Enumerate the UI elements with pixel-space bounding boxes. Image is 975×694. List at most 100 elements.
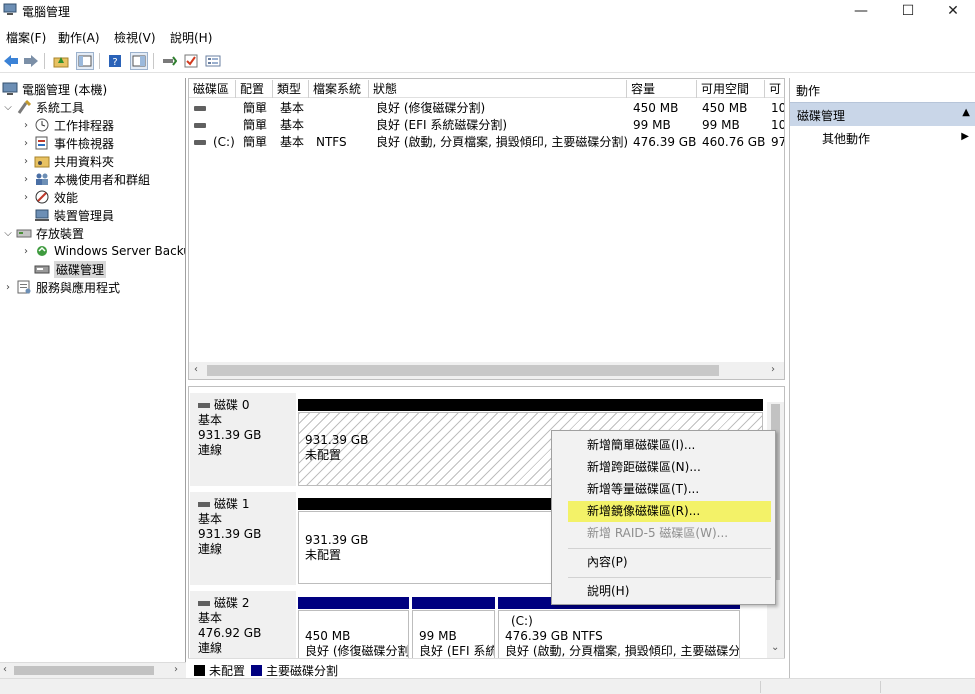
menu-new-spanned-volume[interactable]: 新增跨距磁碟區(N)... xyxy=(568,457,771,478)
actions-title: 動作 xyxy=(796,84,821,98)
status-divider xyxy=(760,681,761,693)
cell-filesystem: NTFS xyxy=(316,135,347,149)
computer-management-icon xyxy=(3,3,17,15)
col-header-status[interactable]: 狀態 xyxy=(369,80,627,98)
scroll-down-icon[interactable]: ⌄ xyxy=(771,642,779,653)
disk-0-label[interactable]: 磁碟 0 基本 931.39 GB 連線 xyxy=(190,393,296,486)
tree-item-shared-folders[interactable]: › 共用資料夾 xyxy=(20,152,114,170)
status-bar xyxy=(0,678,975,694)
scroll-left-icon[interactable]: ‹ xyxy=(194,364,198,375)
tree-label: 裝置管理員 xyxy=(54,208,115,223)
chevron-right-icon[interactable]: › xyxy=(20,156,32,167)
tree-label: 共用資料夾 xyxy=(54,154,115,169)
chevron-right-icon[interactable]: › xyxy=(2,282,14,293)
more-actions[interactable]: 其他動作 xyxy=(822,130,870,147)
tree-item-system-tools[interactable]: ⌵ 系統工具 xyxy=(2,98,84,116)
cell-layout: 簡單 xyxy=(243,118,268,132)
tree-item-performance[interactable]: › 效能 xyxy=(20,188,78,206)
menu-new-striped-volume[interactable]: 新增等量磁碟區(T)... xyxy=(568,479,771,500)
tree-item-event-viewer[interactable]: › 事件檢視器 xyxy=(20,134,114,152)
col-header-filesystem[interactable]: 檔案系統 xyxy=(309,80,369,98)
scrollbar-thumb[interactable] xyxy=(207,365,719,376)
col-header-type[interactable]: 類型 xyxy=(273,80,309,98)
scroll-right-icon[interactable]: › xyxy=(771,364,775,375)
tree-item-device-manager[interactable]: 裝置管理員 xyxy=(34,206,114,224)
menu-new-mirrored-volume[interactable]: 新增鏡像磁碟區(R)... xyxy=(568,501,771,522)
cell-filesystem xyxy=(312,100,316,117)
col-header-volume[interactable]: 磁碟區 xyxy=(189,80,236,98)
tree-item-local-users[interactable]: › 本機使用者和群組 xyxy=(20,170,150,188)
col-header-layout[interactable]: 配置 xyxy=(236,80,273,98)
tree-item-services[interactable]: › 服務與應用程式 xyxy=(2,278,120,296)
disk-status: 連線 xyxy=(198,443,223,457)
chevron-down-icon[interactable]: ⌵ xyxy=(2,102,14,113)
chevron-down-icon[interactable]: ⌵ xyxy=(2,228,14,239)
list-properties-icon[interactable] xyxy=(204,52,222,70)
legend-label: 主要磁碟分割 xyxy=(266,664,339,678)
disk-2-efi-partition[interactable]: 99 MB 良好 (EFI 系統磁碟分割) xyxy=(412,610,495,660)
up-folder-icon[interactable] xyxy=(52,52,70,70)
cell-type: 基本 xyxy=(280,101,305,115)
chevron-right-icon[interactable]: › xyxy=(20,192,32,203)
tree-label: 電腦管理 (本機) xyxy=(22,82,108,97)
col-header-percent-free[interactable]: 可 xyxy=(765,80,784,98)
chevron-right-icon[interactable]: › xyxy=(20,138,32,149)
tree-item-windows-backup[interactable]: › Windows Server Backup xyxy=(20,242,185,260)
menu-new-simple-volume[interactable]: 新增簡單磁碟區(I)... xyxy=(568,435,771,456)
back-arrow-icon[interactable] xyxy=(2,52,20,70)
scroll-left-icon[interactable]: ‹ xyxy=(3,664,7,675)
menu-file[interactable]: 檔案(F) xyxy=(6,29,46,46)
maximize-button[interactable]: ☐ xyxy=(885,0,931,22)
legend-label: 未配置 xyxy=(209,664,246,678)
actions-pane: 動作 磁碟管理 ▲ 其他動作 ▶ xyxy=(789,78,975,678)
show-hide-tree-icon[interactable] xyxy=(76,52,94,70)
chevron-right-icon[interactable]: › xyxy=(20,246,32,257)
menu-action[interactable]: 動作(A) xyxy=(58,29,100,46)
partition-state: 良好 (修復磁碟分割) xyxy=(305,644,409,658)
chevron-right-icon[interactable]: › xyxy=(20,174,32,185)
forward-arrow-icon[interactable] xyxy=(22,52,40,70)
cell-percent-free: 10 xyxy=(771,118,785,132)
disk-size: 931.39 GB xyxy=(198,428,262,442)
volume-list-horizontal-scrollbar[interactable]: ‹ › xyxy=(189,362,784,379)
tree-item-root[interactable]: 電腦管理 (本機) xyxy=(2,80,107,98)
submenu-arrow-icon[interactable]: ▶ xyxy=(961,131,969,142)
menu-properties[interactable]: 內容(P) xyxy=(568,552,771,573)
tree-label: 系統工具 xyxy=(36,100,85,115)
services-icon xyxy=(17,280,31,294)
scrollbar-thumb[interactable] xyxy=(14,666,154,675)
table-row[interactable]: 簡單 基本 良好 (EFI 系統磁碟分割) 99 MB 99 MB 10 xyxy=(189,117,785,134)
menu-view[interactable]: 檢視(V) xyxy=(114,29,156,46)
menu-help-item[interactable]: 說明(H) xyxy=(568,581,771,602)
disk-2-c-partition[interactable]: (C:) 476.39 GB NTFS 良好 (啟動, 分頁檔案, 損毀傾印, … xyxy=(498,610,740,660)
tree-item-task-scheduler[interactable]: › 工作排程器 xyxy=(20,116,114,134)
disk-name: 磁碟 1 xyxy=(214,497,250,511)
check-properties-icon[interactable] xyxy=(182,52,200,70)
chevron-right-icon[interactable]: › xyxy=(20,120,32,131)
table-row[interactable]: 簡單 基本 良好 (修復磁碟分割) 450 MB 450 MB 10 xyxy=(189,100,784,117)
cell-free-space: 460.76 GB xyxy=(702,135,766,149)
tree-item-disk-management[interactable]: 磁碟管理 xyxy=(34,260,107,278)
partition-state: 良好 (EFI 系統磁碟分割) xyxy=(419,644,494,658)
disk-icon xyxy=(198,601,210,606)
minimize-button[interactable]: — xyxy=(838,0,884,22)
collapse-up-icon[interactable]: ▲ xyxy=(962,107,970,118)
connect-icon[interactable] xyxy=(160,52,178,70)
disk-icon xyxy=(198,403,210,408)
disk-1-label[interactable]: 磁碟 1 基本 931.39 GB 連線 xyxy=(190,492,296,585)
menu-help[interactable]: 說明(H) xyxy=(170,29,212,46)
close-button[interactable]: ✕ xyxy=(930,0,975,22)
volume-list: 磁碟區 配置 類型 檔案系統 狀態 容量 可用空間 可 簡單 基本 良好 (修復… xyxy=(188,78,785,380)
disk-2-recovery-partition[interactable]: 450 MB 良好 (修復磁碟分割) xyxy=(298,610,409,660)
table-row[interactable]: (C:) 簡單 基本 NTFS 良好 (啟動, 分頁檔案, 損毀傾印, 主要磁碟… xyxy=(189,134,784,151)
scroll-right-icon[interactable]: › xyxy=(174,664,178,675)
actions-section-disk-management[interactable]: 磁碟管理 ▲ xyxy=(790,102,975,126)
show-hide-action-pane-icon[interactable] xyxy=(130,52,148,70)
tree-item-storage[interactable]: ⌵ 存放裝置 xyxy=(2,224,84,242)
tree-horizontal-scrollbar[interactable]: ‹ › xyxy=(0,662,186,678)
tree-label: 工作排程器 xyxy=(54,118,115,133)
tools-icon xyxy=(17,100,32,114)
col-header-capacity[interactable]: 容量 xyxy=(627,80,697,98)
col-header-free-space[interactable]: 可用空間 xyxy=(697,80,765,98)
help-icon[interactable]: ? xyxy=(106,52,124,70)
